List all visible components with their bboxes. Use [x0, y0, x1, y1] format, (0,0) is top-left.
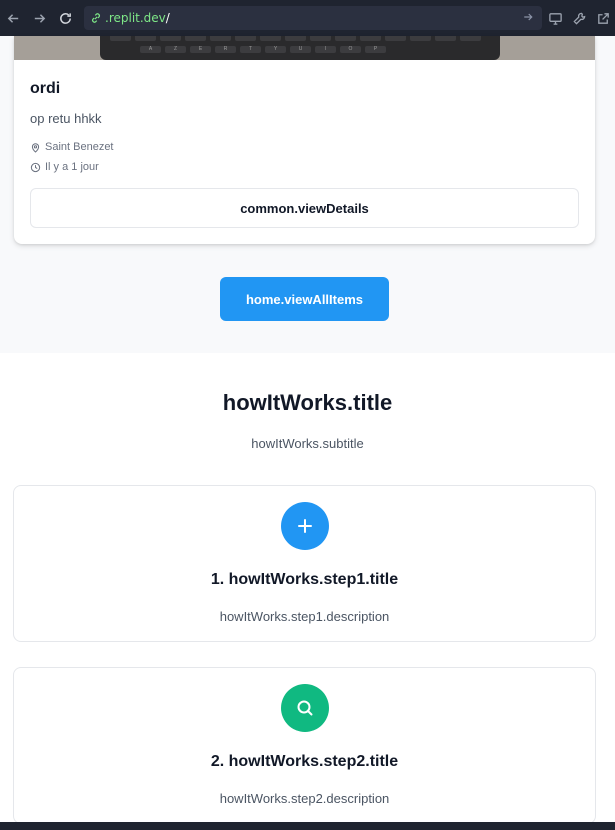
- wrench-icon[interactable]: [567, 0, 591, 36]
- reload-icon[interactable]: [52, 0, 78, 36]
- address-bar[interactable]: .replit.dev/: [84, 6, 542, 30]
- keyboard-row: [110, 36, 481, 41]
- keyboard-key: E: [190, 46, 211, 53]
- view-all-items-button[interactable]: home.viewAllItems: [220, 277, 389, 321]
- step-card-1: 1. howItWorks.step1.title howItWorks.ste…: [13, 485, 596, 642]
- search-icon: [297, 700, 313, 716]
- keyboard-key: A: [140, 46, 161, 53]
- go-arrow-icon[interactable]: [522, 11, 534, 23]
- how-it-works-title: howItWorks.title: [222, 390, 393, 415]
- location-text: Saint Benezet: [45, 141, 114, 153]
- keyboard-row-letters: AZERTYUIOP: [140, 46, 386, 53]
- listing-posted-time: Il y a 1 jour: [30, 161, 99, 173]
- external-link-icon[interactable]: [591, 0, 615, 36]
- keyboard-key: I: [315, 46, 336, 53]
- step-1-description: howItWorks.step1.description: [219, 609, 390, 624]
- listing-image: AZERTYUIOP: [14, 36, 595, 60]
- step-1-icon-circle: [281, 502, 329, 550]
- bottom-taskbar: [0, 822, 615, 830]
- link-icon: [92, 13, 100, 23]
- address-url: .replit.dev/: [105, 11, 170, 25]
- keyboard-key: O: [340, 46, 361, 53]
- devices-icon[interactable]: [543, 0, 567, 36]
- listing-description: op retu hhkk: [30, 111, 102, 126]
- listings-section: AZERTYUIOP ordi op retu hhkk Saint Benez…: [0, 36, 615, 353]
- map-pin-icon: [31, 142, 40, 153]
- step-1-title: 1. howItWorks.step1.title: [210, 571, 399, 588]
- keyboard-key: R: [215, 46, 236, 53]
- view-details-button[interactable]: common.viewDetails: [30, 188, 579, 228]
- keyboard-key: U: [290, 46, 311, 53]
- posted-text: Il y a 1 jour: [45, 161, 99, 173]
- keyboard-key: P: [365, 46, 386, 53]
- step-2-description: howItWorks.step2.description: [219, 791, 390, 806]
- step-2-title: 2. howItWorks.step2.title: [210, 753, 399, 770]
- how-it-works-subtitle: howItWorks.subtitle: [251, 436, 364, 451]
- laptop-keyboard-photo: AZERTYUIOP: [100, 36, 500, 60]
- keyboard-key: Y: [265, 46, 286, 53]
- keyboard-key: Z: [165, 46, 186, 53]
- back-arrow-icon[interactable]: [0, 0, 26, 36]
- keyboard-key: T: [240, 46, 261, 53]
- clock-icon: [30, 162, 41, 172]
- step-card-2: 2. howItWorks.step2.title howItWorks.ste…: [13, 667, 596, 824]
- listing-title: ordi: [30, 80, 61, 97]
- forward-arrow-icon[interactable]: [26, 0, 52, 36]
- step-2-icon-circle: [281, 684, 329, 732]
- browser-toolbar: .replit.dev/: [0, 0, 615, 36]
- listing-card[interactable]: AZERTYUIOP ordi op retu hhkk Saint Benez…: [14, 36, 595, 244]
- plus-icon: [298, 519, 312, 533]
- listing-location: Saint Benezet: [30, 141, 114, 153]
